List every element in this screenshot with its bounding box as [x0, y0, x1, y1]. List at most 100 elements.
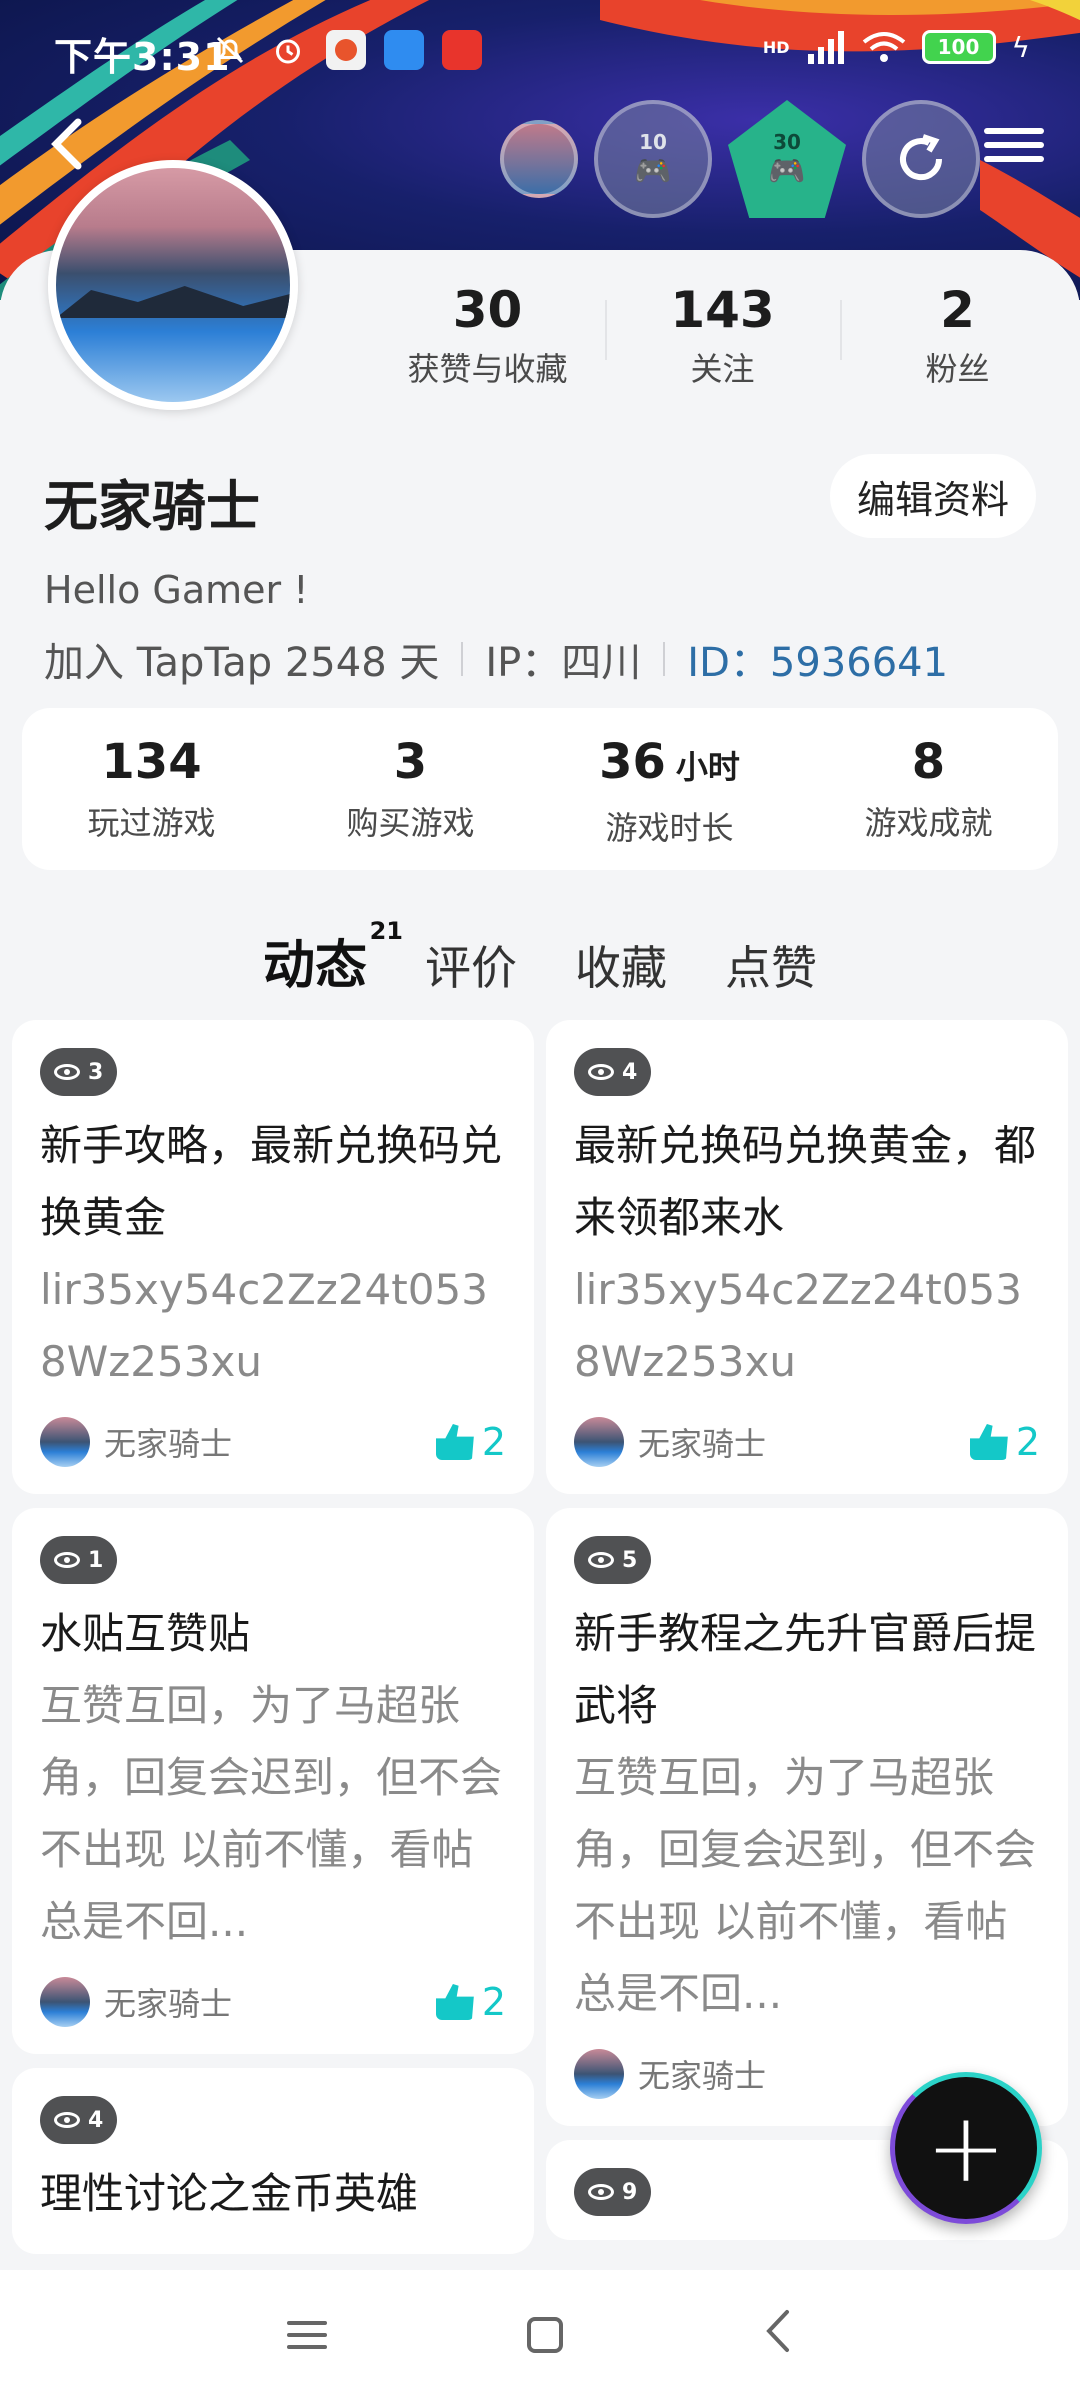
- app-icon-3: [442, 30, 482, 70]
- game-stats: 134 玩过游戏 3 购买游戏 36 小时 游戏时长 8 游戏成就: [22, 708, 1058, 870]
- app-icon-1: [326, 30, 366, 70]
- avatar[interactable]: [48, 160, 298, 410]
- stat-likes[interactable]: 30 获赞与收藏: [370, 280, 605, 390]
- eye-icon: [54, 2112, 80, 2128]
- post-body: lir35xy54c2Zz24t0538Wz253xu: [40, 1265, 488, 1386]
- nav-menu-button[interactable]: [287, 2313, 327, 2357]
- feed: 3 新手攻略，最新兑换码兑换黄金 lir35xy54c2Zz24t0538Wz2…: [0, 1020, 1080, 2270]
- divider: [663, 642, 666, 676]
- eye-icon: [54, 1064, 80, 1080]
- refresh-icon: [900, 134, 943, 181]
- alarm-icon: [268, 30, 308, 70]
- post-card[interactable]: 5 新手教程之先升官爵后提武将 互赞互回，为了马超张角，回复会迟到，但不会不出现…: [546, 1508, 1068, 2126]
- badge-10[interactable]: 10 🎮: [594, 100, 712, 218]
- post-body: lir35xy54c2Zz24t0538Wz253xu: [574, 1265, 1022, 1386]
- post-title: 最新兑换码兑换黄金，都来领都来水: [574, 1121, 1037, 1242]
- feed-column-right: 4 最新兑换码兑换黄金，都来领都来水 lir35xy54c2Zz24t0538W…: [546, 1020, 1068, 2254]
- create-post-button[interactable]: +: [890, 2072, 1042, 2224]
- thumbs-up-icon: [435, 1984, 474, 2020]
- status-time: 下午3:31: [54, 35, 231, 79]
- thumbs-up-icon: [435, 1424, 474, 1460]
- badge-30[interactable]: 30 🎮: [728, 100, 846, 218]
- author-avatar[interactable]: [40, 1977, 90, 2027]
- like-button[interactable]: 2: [969, 1420, 1040, 1464]
- eye-icon: [588, 1064, 614, 1080]
- wifi-icon: [862, 32, 905, 62]
- eye-icon: [54, 1552, 80, 1568]
- view-count: 5: [574, 1536, 652, 1584]
- status-right: HD 100 ϟ: [763, 30, 1030, 64]
- post-body: 互赞互回，为了马超张角，回复会迟到，但不会不出现 以前不懂，看帖总是不回...: [574, 1753, 1037, 2018]
- post-card[interactable]: 1 水贴互赞贴 互赞互回，为了马超张角，回复会迟到，但不会不出现 以前不懂，看帖…: [12, 1508, 534, 2054]
- author-avatar[interactable]: [40, 1417, 90, 1467]
- chevron-left-icon: [51, 118, 82, 170]
- eye-icon: [588, 2184, 614, 2200]
- edit-profile-button[interactable]: 编辑资料: [830, 454, 1036, 538]
- view-count: 3: [40, 1048, 118, 1096]
- chevron-left-icon: [766, 2309, 789, 2352]
- app-icon-2: [384, 30, 424, 70]
- network-label: HD: [762, 37, 790, 57]
- author-name[interactable]: 无家骑士: [104, 1979, 436, 2025]
- join-days: 加入 TapTap 2548 天: [44, 640, 440, 686]
- post-footer: 无家骑士 2: [40, 1414, 506, 1470]
- nav-back-button[interactable]: [763, 2306, 793, 2365]
- battery-indicator: 100: [921, 30, 996, 64]
- badge-refresh[interactable]: [862, 100, 980, 218]
- tab-posts[interactable]: 动态 21: [262, 917, 403, 998]
- like-button[interactable]: 2: [435, 1420, 506, 1464]
- tab-likes[interactable]: 点赞: [725, 932, 817, 998]
- stat-followers[interactable]: 2 粉丝: [840, 280, 1075, 390]
- view-count: 4: [574, 1048, 652, 1096]
- profile-screen: 下午3:31 HD 100 ϟ 10 🎮 30 🎮 30 获赞与收藏 143 关…: [0, 0, 1080, 2400]
- system-nav-bar: [0, 2270, 1080, 2400]
- tab-favorites[interactable]: 收藏: [575, 932, 667, 998]
- ip-location: IP：四川: [485, 640, 642, 686]
- view-count: 4: [40, 2096, 118, 2144]
- nav-home-button[interactable]: [527, 2317, 563, 2353]
- gamepad-icon: 🎮: [634, 153, 672, 189]
- username: 无家骑士: [44, 475, 260, 538]
- author-name[interactable]: 无家骑士: [104, 1419, 436, 1465]
- badge-avatar[interactable]: [500, 120, 578, 198]
- stat-playtime[interactable]: 36 小时 游戏时长: [540, 708, 799, 870]
- divider: [461, 642, 464, 676]
- author-name[interactable]: 无家骑士: [638, 1419, 970, 1465]
- profile-tabs: 动态 21 评价 收藏 点赞: [0, 917, 1080, 998]
- user-id[interactable]: ID：5936641: [687, 630, 948, 688]
- post-title: 新手攻略，最新兑换码兑换黄金: [40, 1121, 503, 1242]
- post-footer: 无家骑士 2: [40, 1974, 506, 2030]
- post-card[interactable]: 4 理性讨论之金币英雄: [12, 2068, 534, 2254]
- stat-achievements[interactable]: 8 游戏成就: [799, 708, 1058, 870]
- back-button[interactable]: [44, 114, 114, 184]
- eye-icon: [588, 1552, 614, 1568]
- tab-reviews[interactable]: 评价: [425, 932, 517, 998]
- author-avatar[interactable]: [574, 2049, 624, 2099]
- bio: Hello Gamer !: [44, 568, 309, 612]
- status-icons: [210, 30, 482, 70]
- signal-icon: [807, 31, 844, 64]
- gamepad-icon: 🎮: [768, 153, 806, 189]
- like-button[interactable]: 2: [435, 1980, 506, 2024]
- thumbs-up-icon: [969, 1424, 1008, 1460]
- post-card[interactable]: 4 最新兑换码兑换黄金，都来领都来水 lir35xy54c2Zz24t0538W…: [546, 1020, 1068, 1494]
- social-stats: 30 获赞与收藏 143 关注 2 粉丝: [370, 280, 1075, 390]
- view-count: 9: [574, 2168, 652, 2216]
- post-title: 水贴互赞贴: [40, 1609, 251, 1658]
- profile-meta: 加入 TapTap 2548 天 IP：四川 ID：5936641: [44, 630, 948, 688]
- charging-icon: ϟ: [1011, 30, 1030, 64]
- stat-bought[interactable]: 3 购买游戏: [281, 708, 540, 870]
- author-avatar[interactable]: [574, 1417, 624, 1467]
- post-footer: 无家骑士 2: [574, 1414, 1040, 1470]
- stat-following[interactable]: 143 关注: [605, 280, 840, 390]
- menu-icon: [984, 128, 1044, 134]
- menu-button[interactable]: [984, 120, 1044, 180]
- stat-played[interactable]: 134 玩过游戏: [22, 708, 281, 870]
- feed-column-left: 3 新手攻略，最新兑换码兑换黄金 lir35xy54c2Zz24t0538Wz2…: [12, 1020, 534, 2268]
- notification-off-icon: [210, 30, 250, 70]
- post-card[interactable]: 3 新手攻略，最新兑换码兑换黄金 lir35xy54c2Zz24t0538Wz2…: [12, 1020, 534, 1494]
- achievement-badges: 10 🎮 30 🎮: [500, 100, 980, 218]
- post-title: 新手教程之先升官爵后提武将: [574, 1609, 1037, 1730]
- status-bar: 下午3:31 HD 100 ϟ: [0, 0, 1080, 100]
- post-title: 理性讨论之金币英雄: [40, 2169, 419, 2218]
